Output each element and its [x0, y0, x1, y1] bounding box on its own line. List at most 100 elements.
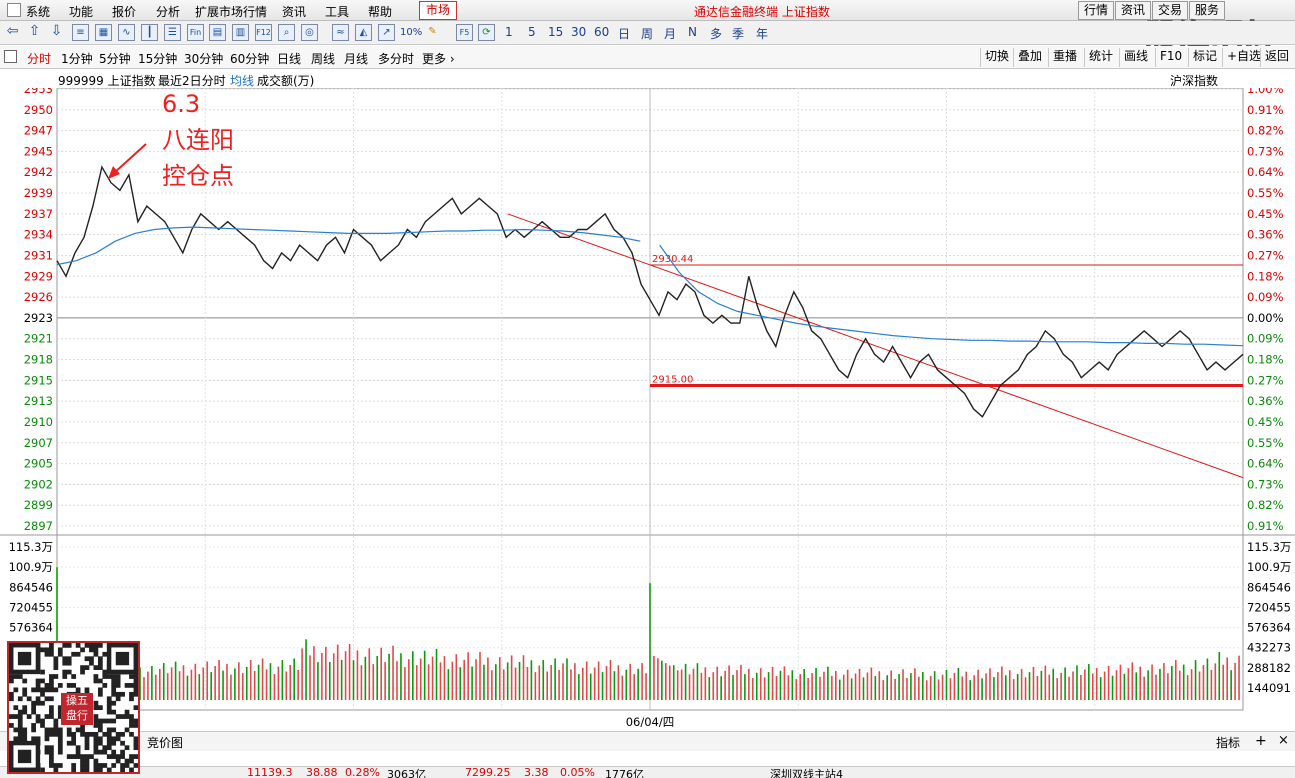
notebook-icon[interactable]: ≡: [72, 24, 89, 41]
up-arrow-icon[interactable]: ⇧: [26, 24, 43, 41]
toolbar-period-1[interactable]: 1: [505, 25, 513, 39]
qr-seal-logo: 操五盘行: [61, 693, 93, 725]
period-tab-monthly[interactable]: 月线: [344, 50, 368, 67]
f5-icon[interactable]: F5: [456, 24, 473, 41]
pct-label[interactable]: 10%: [400, 27, 422, 38]
period-tab-15min[interactable]: 15分钟: [138, 50, 177, 67]
status-mid-index: 7299.25: [465, 766, 511, 778]
close-icon[interactable]: ×: [1278, 733, 1289, 748]
add-watchlist-button[interactable]: +自选: [1222, 48, 1265, 67]
volume-label: 成交额(万): [257, 74, 315, 88]
pct-tick-label: 1.00%: [1247, 88, 1284, 96]
toolbar-period-n[interactable]: N: [688, 25, 697, 39]
price-tick-label: 2934: [24, 228, 53, 242]
doc-icon[interactable]: ▤: [209, 24, 226, 41]
index-group-label: 沪深指数: [1170, 74, 1219, 88]
pencil-icon[interactable]: ✎: [424, 24, 441, 41]
back-button[interactable]: 返回: [1260, 48, 1293, 67]
menu-news[interactable]: 资讯: [282, 3, 306, 20]
mark-button[interactable]: 标记: [1188, 48, 1221, 67]
panel-toggle-icon[interactable]: [4, 50, 17, 63]
toolbar-period-60[interactable]: 60: [594, 25, 609, 39]
menu-market[interactable]: 市场: [419, 1, 458, 20]
table-icon[interactable]: ▥: [232, 24, 249, 41]
period-tab-5min[interactable]: 5分钟: [99, 50, 131, 67]
f12-icon[interactable]: F12: [255, 24, 272, 41]
draw-button[interactable]: 画线: [1119, 48, 1152, 67]
toolbar-period-month[interactable]: 月: [664, 25, 676, 42]
indicator-button[interactable]: 指标: [1216, 734, 1240, 751]
app-icon: [7, 3, 21, 17]
toolbar-period-multi[interactable]: 多: [710, 25, 722, 42]
toolbar-period-15[interactable]: 15: [548, 25, 563, 39]
menu-system[interactable]: 系统: [26, 3, 50, 20]
grid-icon[interactable]: ▦: [95, 24, 112, 41]
status-sz-pct: 0.28%: [345, 766, 380, 778]
period-tab-60min[interactable]: 60分钟: [230, 50, 269, 67]
toolbar-period-year[interactable]: 年: [756, 25, 768, 42]
circle-icon[interactable]: ◎: [301, 24, 318, 41]
annotation-arrow: [113, 143, 147, 174]
pct-tick-label: 0.91%: [1247, 103, 1284, 117]
menu-tools[interactable]: 工具: [325, 3, 349, 20]
toolbar-period-5[interactable]: 5: [528, 25, 536, 39]
pct-tick-label: 0.00%: [1247, 311, 1284, 325]
period-tab-1min[interactable]: 1分钟: [61, 50, 93, 67]
volume-tick-label-right: 576364: [1247, 621, 1291, 635]
period-tab-intraday[interactable]: 分时: [27, 50, 51, 67]
menu-analysis[interactable]: 分析: [156, 3, 180, 20]
stats-button[interactable]: 统计: [1084, 48, 1117, 67]
volume-tick-label: 576364: [9, 621, 53, 635]
menu-extended-market[interactable]: 扩展市场行情: [195, 3, 267, 20]
pct-tick-label: 0.18%: [1247, 353, 1284, 367]
back-arrow-icon[interactable]: ⇦: [4, 24, 21, 41]
toolbar-period-week[interactable]: 周: [641, 25, 653, 42]
menu-function[interactable]: 功能: [69, 3, 93, 20]
period-tab-daily[interactable]: 日线: [277, 50, 301, 67]
area-chart-icon[interactable]: ◭: [355, 24, 372, 41]
line-chart-icon[interactable]: ∿: [118, 24, 135, 41]
top-button-quote[interactable]: 行情: [1078, 1, 1115, 20]
tdx-terminal-window: 系统 功能 报价 分析 扩展市场行情 资讯 工具 帮助 市场 通达信金融终端 上…: [0, 0, 1295, 778]
auction-chart-tab[interactable]: 竞价图: [147, 734, 183, 751]
menu-help[interactable]: 帮助: [368, 3, 392, 20]
price-tick-label: 2950: [24, 103, 53, 117]
price-tick-label: 2942: [24, 165, 53, 179]
f10-button[interactable]: F10: [1155, 48, 1186, 67]
overlay-button[interactable]: 叠加: [1013, 48, 1046, 67]
period-tab-more[interactable]: 更多 ›: [422, 50, 455, 67]
zoom-icon[interactable]: ⌕: [278, 24, 295, 41]
switch-button[interactable]: 切换: [980, 48, 1013, 67]
pct-tick-label: 0.18%: [1247, 269, 1284, 283]
range-label[interactable]: 最近2日分时: [158, 72, 226, 89]
toolbar-period-season[interactable]: 季: [732, 25, 744, 42]
rise-chart-icon[interactable]: ↗: [378, 24, 395, 41]
period-tab-30min[interactable]: 30分钟: [184, 50, 223, 67]
period-tab-weekly[interactable]: 周线: [311, 50, 335, 67]
pct-tick-label: 0.64%: [1247, 165, 1284, 179]
avg-line-label[interactable]: 均线: [230, 72, 254, 89]
wave-chart-icon[interactable]: ≈: [332, 24, 349, 41]
down-arrow-icon[interactable]: ⇩: [48, 24, 65, 41]
window-title: 通达信金融终端 上证指数: [694, 5, 830, 19]
date-label: 06/04/四: [626, 715, 675, 729]
price-tick-label: 2923: [24, 311, 53, 325]
add-icon[interactable]: +: [1255, 733, 1267, 749]
candle-icon[interactable]: ┃: [141, 24, 158, 41]
fin-icon[interactable]: Fin: [187, 24, 204, 41]
volume-tick-label: 864546: [9, 580, 53, 594]
status-bar: 11139.3 38.88 0.28% 3063亿 7299.25 3.38 0…: [0, 766, 1295, 778]
replay-button[interactable]: 重播: [1048, 48, 1081, 67]
price-tick-label: 2921: [24, 332, 53, 346]
list-icon[interactable]: ☰: [164, 24, 181, 41]
security-name: 999999 上证指数: [58, 74, 156, 88]
toolbar-period-30[interactable]: 30: [571, 25, 586, 39]
status-sz-amount: 3063亿: [387, 768, 426, 778]
menu-quote[interactable]: 报价: [112, 3, 136, 20]
refresh-icon[interactable]: ⟳: [478, 24, 495, 41]
pct-tick-label: 0.64%: [1247, 457, 1284, 471]
qr-code-image: 操五盘行: [7, 641, 140, 774]
period-tab-multi-intraday[interactable]: 多分时: [378, 50, 414, 67]
toolbar-period-day[interactable]: 日: [618, 25, 630, 42]
status-sz-change: 38.88: [306, 766, 338, 778]
